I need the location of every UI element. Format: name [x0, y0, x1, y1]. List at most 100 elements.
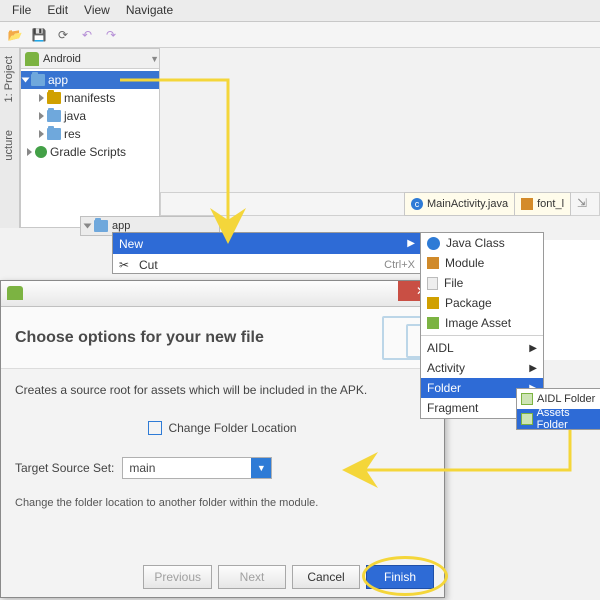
tree-label: res [64, 127, 81, 141]
project-view-selector[interactable]: Android ▼ [21, 49, 159, 69]
expand-icon[interactable] [27, 148, 32, 156]
folder-icon [521, 393, 533, 405]
more-icon[interactable]: ⇲ [577, 196, 593, 212]
java-class-icon: c [411, 198, 423, 210]
expand-icon[interactable] [22, 78, 30, 83]
expand-icon[interactable] [39, 112, 44, 120]
combo-dropdown-button[interactable]: ▼ [251, 458, 271, 478]
menu-item-aidl-folder[interactable]: AIDL Folder [517, 389, 600, 409]
tab-label: MainActivity.java [427, 198, 508, 210]
menu-separator [421, 335, 543, 336]
project-panel: Android ▼ app manifests java res Gradle … [20, 48, 160, 228]
folder-icon [47, 92, 61, 104]
dialog-description: Creates a source root for assets which w… [15, 383, 430, 397]
expand-icon[interactable] [39, 94, 44, 102]
context-menu: New ▶ ✂ Cut Ctrl+X [112, 232, 422, 274]
menu-item-assets-folder[interactable]: Assets Folder [517, 409, 600, 429]
redo-icon[interactable]: ↷ [102, 26, 120, 44]
combo-value: main [129, 461, 155, 475]
expand-icon [84, 224, 92, 229]
undo-icon[interactable]: ↶ [78, 26, 96, 44]
tree-node-app[interactable]: app [21, 71, 159, 89]
submenu-arrow-icon: ▶ [529, 343, 537, 354]
expand-icon[interactable] [39, 130, 44, 138]
save-icon[interactable]: 💾 [30, 26, 48, 44]
menu-item-cut[interactable]: ✂ Cut Ctrl+X [113, 254, 421, 274]
chevron-down-icon: ▼ [150, 54, 159, 64]
menu-item-activity[interactable]: Activity ▶ [421, 358, 543, 378]
finish-button[interactable]: Finish [366, 565, 434, 589]
main-toolbar: 📂 💾 ⟳ ↶ ↷ [0, 22, 600, 48]
file-icon [427, 277, 438, 290]
tab-label: font_l [537, 198, 564, 210]
menu-label: Cut [139, 258, 158, 272]
tree-node-java[interactable]: java [21, 107, 159, 125]
android-icon [7, 286, 23, 300]
cancel-button[interactable]: Cancel [292, 565, 360, 589]
tab-main-activity[interactable]: c MainActivity.java [404, 192, 515, 216]
structure-tool-tab[interactable]: ucture [3, 130, 15, 161]
menu-label: Assets Folder [537, 407, 600, 431]
menu-label: Activity [427, 361, 465, 375]
cut-icon: ✂ [119, 258, 133, 272]
project-tool-tab[interactable]: 1: Project [3, 56, 15, 102]
context-target-label: app [112, 220, 130, 232]
change-folder-location-checkbox[interactable]: Change Folder Location [15, 421, 430, 435]
dialog-banner: Choose options for your new file [1, 307, 444, 369]
menu-label: Package [445, 296, 492, 310]
tree-node-res[interactable]: res [21, 125, 159, 143]
target-source-set-combo[interactable]: main ▼ [122, 457, 272, 479]
dialog-body: Creates a source root for assets which w… [1, 369, 444, 515]
project-view-label: Android [43, 53, 81, 65]
menu-item-image-asset[interactable]: Image Asset [421, 313, 543, 333]
menu-label: New [119, 237, 143, 251]
module-icon [427, 257, 439, 269]
dialog-heading: Choose options for your new file [15, 329, 382, 347]
menu-item-new[interactable]: New ▶ [113, 233, 421, 254]
menu-edit[interactable]: Edit [39, 0, 76, 21]
menu-item-package[interactable]: Package [421, 293, 543, 313]
menu-label: AIDL [427, 341, 454, 355]
menu-item-file[interactable]: File [421, 273, 543, 293]
open-icon[interactable]: 📂 [6, 26, 24, 44]
dialog-hint: Change the folder location to another fo… [15, 497, 430, 509]
module-icon [31, 74, 45, 86]
menu-file[interactable]: File [4, 0, 39, 21]
target-source-set-label: Target Source Set: [15, 461, 114, 475]
checkbox-icon[interactable] [148, 421, 162, 435]
dialog-title-bar[interactable]: ✕ [1, 281, 444, 307]
submenu-arrow-icon: ▶ [529, 363, 537, 374]
menu-item-aidl[interactable]: AIDL ▶ [421, 338, 543, 358]
tab-font[interactable]: font_l [514, 192, 571, 216]
menu-navigate[interactable]: Navigate [118, 0, 181, 21]
dialog-button-row: Previous Next Cancel Finish [143, 565, 434, 589]
menu-item-module[interactable]: Module [421, 253, 543, 273]
menu-bar: File Edit View Navigate [0, 0, 600, 22]
editor-tabs: c MainActivity.java font_l [405, 192, 571, 216]
tree-label: manifests [64, 91, 115, 105]
menu-label: Module [445, 256, 484, 270]
menu-label: Image Asset [445, 316, 511, 330]
sync-icon[interactable]: ⟳ [54, 26, 72, 44]
tree-label: java [64, 109, 86, 123]
project-tree[interactable]: app manifests java res Gradle Scripts [21, 69, 159, 161]
checkbox-label: Change Folder Location [168, 421, 296, 435]
submenu-arrow-icon: ▶ [407, 238, 415, 249]
tree-node-gradle[interactable]: Gradle Scripts [21, 143, 159, 161]
gradle-icon [35, 146, 47, 158]
tree-label: app [48, 73, 68, 87]
previous-button: Previous [143, 565, 212, 589]
folder-icon [47, 110, 61, 122]
menu-label: AIDL Folder [537, 393, 595, 405]
tree-node-manifests[interactable]: manifests [21, 89, 159, 107]
folder-icon [47, 128, 61, 140]
menu-item-java-class[interactable]: Java Class [421, 233, 543, 253]
xml-icon [521, 198, 533, 210]
folder-icon [521, 413, 533, 425]
menu-label: Java Class [446, 236, 505, 250]
tool-window-bar-left: 1: Project ucture [0, 48, 20, 228]
menu-label: File [444, 276, 463, 290]
menu-view[interactable]: View [76, 0, 118, 21]
package-icon [427, 297, 439, 309]
new-file-dialog: ✕ Choose options for your new file Creat… [0, 280, 445, 598]
